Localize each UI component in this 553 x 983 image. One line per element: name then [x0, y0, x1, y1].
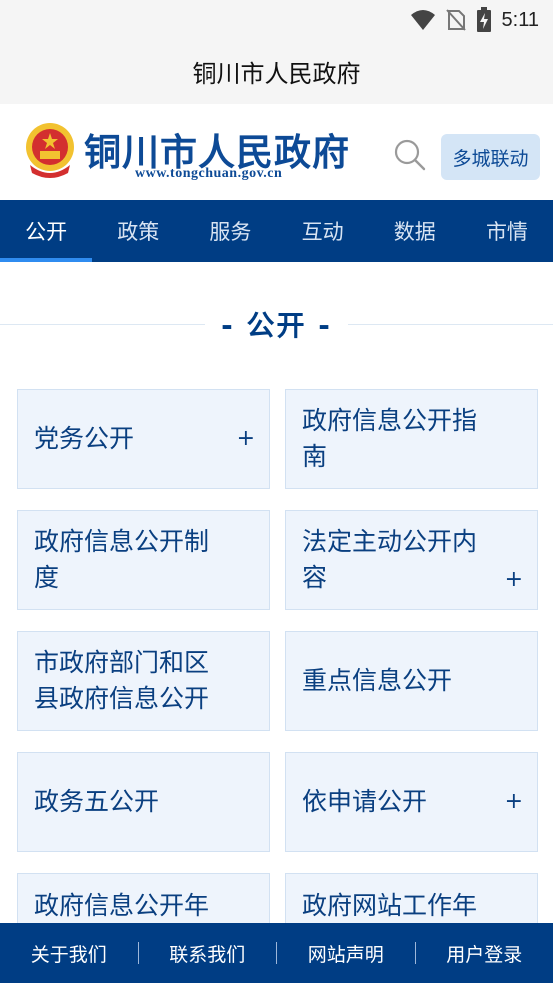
app-title: 铜川市人民政府	[192, 59, 361, 88]
battery-charging-icon	[476, 7, 491, 32]
nav-tab-service[interactable]: 服务	[184, 200, 276, 262]
tile-disclosure-system[interactable]: 政府信息公开制度	[17, 510, 270, 610]
footer-about-link[interactable]: 关于我们	[0, 940, 138, 967]
expand-plus-icon[interactable]: +	[505, 568, 523, 592]
site-header: 铜川市人民政府 www.tongchuan.gov.cn 多城联动	[0, 104, 553, 200]
tile-statutory-content[interactable]: 法定主动公开内容 +	[285, 510, 538, 610]
nav-tab-policy[interactable]: 政策	[92, 200, 184, 262]
status-icons: 5:11	[410, 7, 539, 33]
tile-disclosure-guide[interactable]: 政府信息公开指南	[285, 389, 538, 489]
tile-label: 政府网站工作年	[302, 891, 478, 920]
search-icon[interactable]	[393, 138, 427, 172]
footer-contact-link[interactable]: 联系我们	[139, 940, 277, 967]
tile-label: 党务公开	[34, 424, 135, 453]
nav-tab-data[interactable]: 数据	[369, 200, 461, 262]
status-time: 5:11	[501, 8, 539, 31]
section-heading: - 公开 -	[0, 300, 553, 348]
app-title-bar: 铜川市人民政府	[0, 38, 553, 104]
tile-request-disclosure[interactable]: 依申请公开 +	[285, 752, 538, 852]
tile-label: 重点信息公开	[302, 666, 453, 695]
tile-label: 政府信息公开指南	[302, 406, 478, 471]
nav-tab-interaction[interactable]: 互动	[277, 200, 369, 262]
tile-department-disclosure[interactable]: 市政府部门和区县政府信息公开	[17, 631, 270, 731]
nav-tab-open[interactable]: 公开	[0, 200, 93, 262]
no-sim-icon	[445, 9, 466, 31]
tile-label: 法定主动公开内容	[302, 527, 478, 592]
tile-party-affairs[interactable]: 党务公开 +	[17, 389, 270, 489]
wifi-icon	[410, 10, 435, 30]
status-bar: 5:11	[0, 0, 553, 38]
footer-statement-link[interactable]: 网站声明	[277, 940, 415, 967]
tile-label: 依申请公开	[302, 787, 428, 816]
tile-label: 市政府部门和区县政府信息公开	[34, 648, 210, 713]
tile-label: 政府信息公开制度	[34, 527, 210, 592]
section-title: - 公开 -	[205, 304, 348, 344]
tile-label: 政务五公开	[34, 787, 160, 816]
tile-key-info[interactable]: 重点信息公开	[285, 631, 538, 731]
tile-label: 政府信息公开年	[34, 891, 210, 920]
expand-plus-icon[interactable]: +	[237, 427, 255, 451]
main-nav: 公开 政策 服务 互动 数据 市情	[0, 200, 553, 262]
multi-city-button[interactable]: 多城联动	[441, 134, 540, 180]
nav-tab-city-info[interactable]: 市情	[461, 200, 553, 262]
footer-bar: 关于我们 联系我们 网站声明 用户登录	[0, 923, 553, 983]
tile-five-publicities[interactable]: 政务五公开	[17, 752, 270, 852]
national-emblem-icon[interactable]	[24, 121, 76, 181]
site-url: www.tongchuan.gov.cn	[135, 166, 283, 181]
footer-login-link[interactable]: 用户登录	[416, 940, 553, 967]
expand-plus-icon[interactable]: +	[505, 790, 523, 814]
